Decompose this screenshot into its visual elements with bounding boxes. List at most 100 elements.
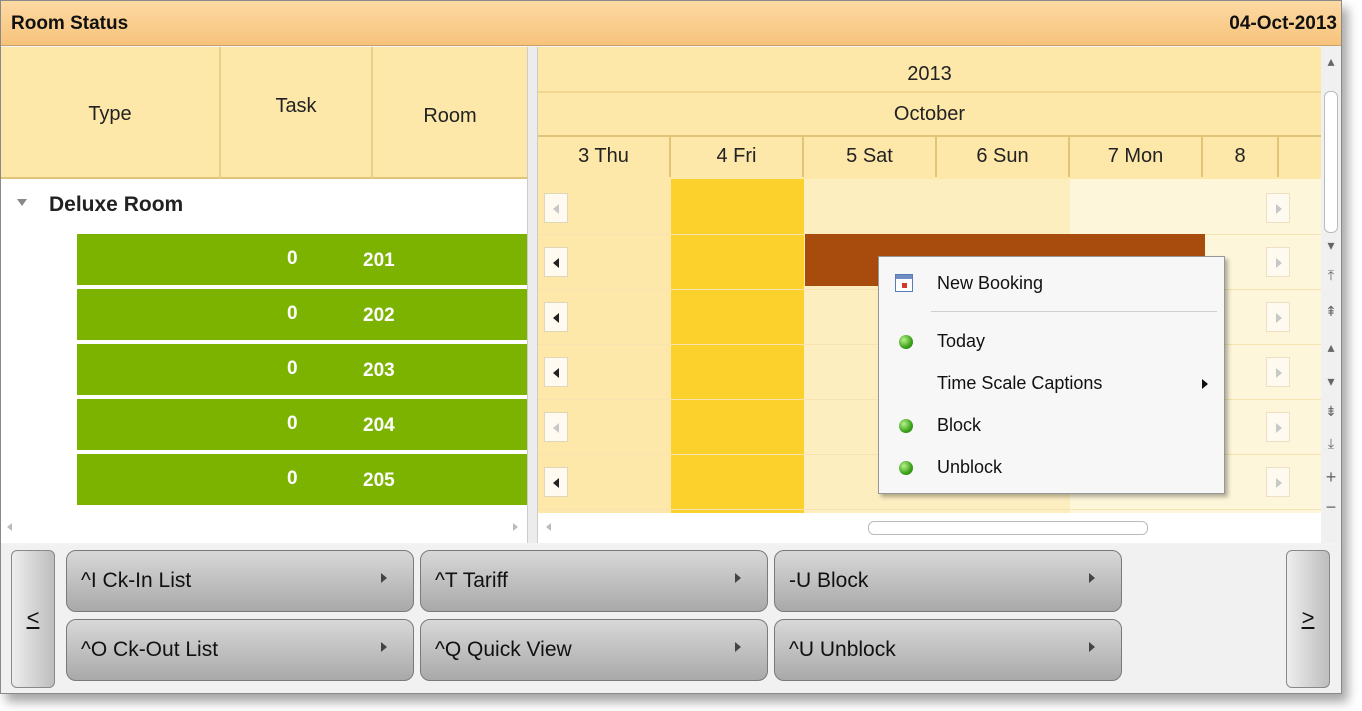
column-header-room[interactable]: Room	[373, 47, 527, 179]
room-status-window: Room Status 04-Oct-2013 Type Task Room D…	[0, 0, 1342, 694]
group-label: Deluxe Room	[49, 193, 184, 216]
ck-in-list-button[interactable]: ^I Ck-In List	[66, 550, 414, 612]
block-button[interactable]: -U Block	[774, 550, 1122, 612]
menu-item-today[interactable]: Today	[879, 325, 1224, 359]
room-number: 204	[363, 415, 395, 436]
room-row[interactable]: 0 203	[77, 344, 527, 397]
green-dot-icon	[899, 335, 913, 349]
unblock-button[interactable]: ^U Unblock	[774, 619, 1122, 681]
day-header[interactable]: 8	[1203, 137, 1279, 177]
next-event-button[interactable]	[1266, 467, 1290, 497]
prev-event-button[interactable]	[544, 357, 568, 387]
menu-item-label: Unblock	[937, 457, 1003, 477]
room-number: 205	[363, 470, 395, 491]
chevron-right-icon	[381, 573, 387, 583]
room-row[interactable]: 0 202	[77, 289, 527, 342]
room-number: 201	[363, 250, 395, 271]
first-resource-icon[interactable]: ⤒	[1321, 267, 1341, 284]
scroll-left-icon[interactable]	[546, 523, 551, 531]
zoom-out-icon[interactable]: −	[1321, 497, 1341, 518]
day-column[interactable]	[538, 179, 671, 513]
room-grid: Type Task Room Deluxe Room 0 201 0 202 0…	[1, 47, 527, 543]
day-header[interactable]: 6 Sun	[937, 137, 1070, 177]
room-row[interactable]: 0 201	[77, 234, 527, 287]
prev-event-button[interactable]	[544, 193, 568, 223]
day-header[interactable]: 3 Thu	[538, 137, 671, 177]
next-event-button[interactable]	[1266, 193, 1290, 223]
zoom-in-icon[interactable]: +	[1321, 467, 1341, 488]
day-header[interactable]: 7 Mon	[1070, 137, 1203, 177]
chevron-right-icon	[1089, 573, 1095, 583]
last-resource-icon[interactable]: ⤓	[1321, 435, 1341, 452]
next-page-button[interactable]: >	[1286, 550, 1330, 688]
menu-item-unblock[interactable]: Unblock	[879, 451, 1224, 485]
room-task-count: 0	[287, 413, 298, 434]
prev-arrow-icon	[553, 258, 559, 268]
collapse-arrow-icon[interactable]	[17, 199, 27, 206]
day-header[interactable]: 4 Fri	[671, 137, 804, 177]
ck-out-list-button[interactable]: ^O Ck-Out List	[66, 619, 414, 681]
next-arrow-icon	[1276, 313, 1282, 323]
day-header[interactable]: 5 Sat	[804, 137, 937, 177]
next-resource-icon[interactable]: ▾	[1321, 373, 1341, 390]
ck-in-list-label: ^I Ck-In List	[81, 569, 192, 592]
next-event-button[interactable]	[1266, 412, 1290, 442]
green-dot-icon	[899, 419, 913, 433]
menu-item-time-scale-captions[interactable]: Time Scale Captions	[879, 367, 1224, 401]
block-label: -U Block	[789, 569, 869, 592]
quick-view-label: ^Q Quick View	[435, 638, 572, 661]
next-page-icon[interactable]: ⇟	[1321, 403, 1341, 420]
row-divider	[538, 509, 1321, 510]
next-arrow-icon	[1276, 258, 1282, 268]
room-number: 203	[363, 360, 395, 381]
prev-page-button[interactable]: <	[11, 550, 55, 688]
next-arrow-icon	[1276, 204, 1282, 214]
next-event-button[interactable]	[1266, 247, 1290, 277]
title-bar: Room Status 04-Oct-2013	[1, 1, 1341, 46]
room-row[interactable]: 0 204	[77, 399, 527, 452]
prev-arrow-icon	[553, 478, 559, 488]
scroll-left-icon[interactable]	[7, 523, 12, 531]
room-task-count: 0	[287, 468, 298, 489]
today-column[interactable]	[671, 179, 804, 513]
vertical-scrollbar[interactable]: ▴ ▾ ⤒ ⇞ ▴ ▾ ⇟ ⤓ + −	[1321, 47, 1341, 543]
next-event-button[interactable]	[1266, 357, 1290, 387]
quick-view-button[interactable]: ^Q Quick View	[420, 619, 768, 681]
column-header-task-label: Task	[275, 95, 317, 117]
scroll-up-icon[interactable]: ▴	[1321, 53, 1341, 70]
scroll-right-icon[interactable]	[513, 523, 518, 531]
column-header-task[interactable]: Task	[221, 47, 373, 179]
prev-event-button[interactable]	[544, 467, 568, 497]
group-row-deluxe-room[interactable]: Deluxe Room	[1, 179, 527, 233]
column-header-type-label: Type	[88, 103, 132, 125]
prev-event-button[interactable]	[544, 247, 568, 277]
chevron-right-icon	[735, 642, 741, 652]
pane-splitter[interactable]	[527, 47, 538, 543]
chevron-right-icon	[735, 573, 741, 583]
column-header-type[interactable]: Type	[1, 47, 221, 179]
prev-page-icon[interactable]: ⇞	[1321, 303, 1341, 320]
room-row[interactable]: 0 205	[77, 454, 527, 507]
chevron-right-icon	[1089, 642, 1095, 652]
next-arrow-icon	[1276, 423, 1282, 433]
menu-item-label: Time Scale Captions	[937, 373, 1103, 393]
next-page-label: >	[1301, 605, 1315, 630]
horizontal-scroll-thumb[interactable]	[868, 521, 1148, 535]
unblock-label: ^U Unblock	[789, 638, 896, 661]
menu-item-label: Block	[937, 415, 982, 435]
vertical-scroll-thumb[interactable]	[1324, 91, 1338, 233]
menu-item-block[interactable]: Block	[879, 409, 1224, 443]
prev-event-button[interactable]	[544, 412, 568, 442]
prev-page-label: <	[26, 605, 40, 630]
menu-item-label: Today	[937, 331, 986, 351]
column-header-room-label: Room	[423, 105, 477, 127]
scroll-down-icon[interactable]: ▾	[1321, 237, 1341, 254]
prev-event-button[interactable]	[544, 302, 568, 332]
left-horizontal-scrollbar[interactable]	[1, 513, 527, 543]
prev-resource-icon[interactable]: ▴	[1321, 339, 1341, 356]
tariff-button[interactable]: ^T Tariff	[420, 550, 768, 612]
menu-item-new-booking[interactable]: New Booking	[879, 267, 1224, 301]
tariff-label: ^T Tariff	[435, 569, 508, 592]
prev-arrow-icon	[553, 313, 559, 323]
next-event-button[interactable]	[1266, 302, 1290, 332]
